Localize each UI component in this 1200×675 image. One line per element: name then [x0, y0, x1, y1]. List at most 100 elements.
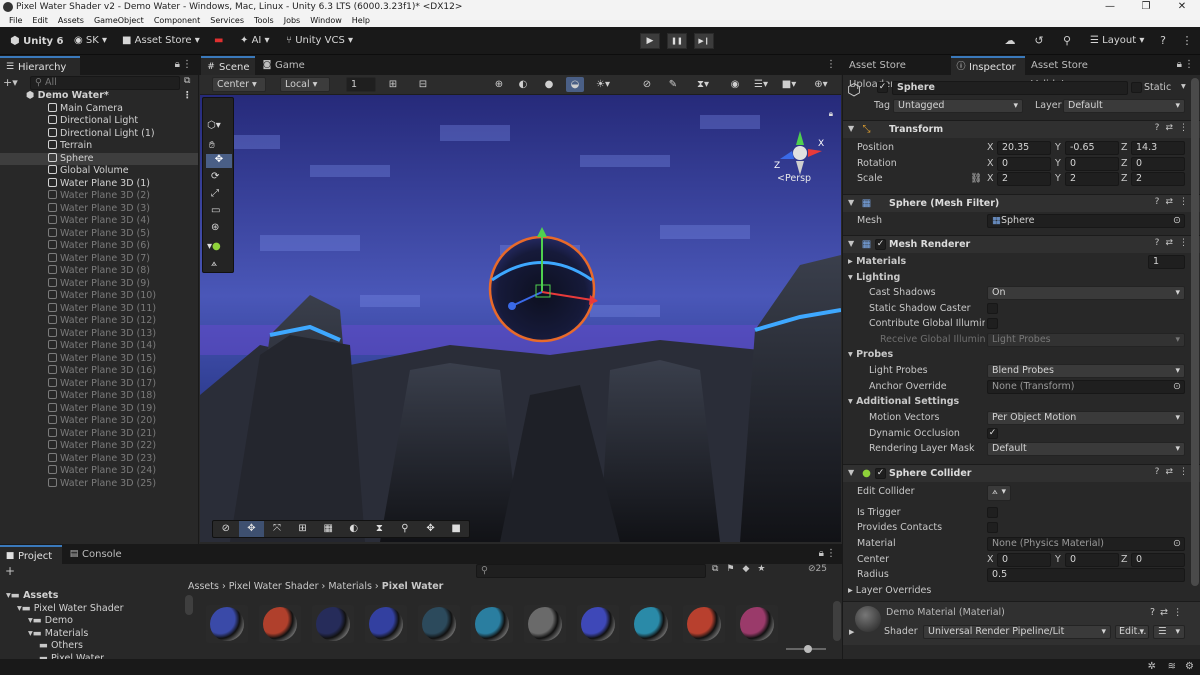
wireframe-icon[interactable]: ◐ [514, 77, 532, 92]
transform-tool-icon[interactable]: ⊛ [211, 222, 219, 233]
rotation-y-field[interactable]: 0 [1065, 157, 1119, 171]
tab-console[interactable]: ▤ Console [64, 545, 130, 564]
mesh-field[interactable]: ▦Sphere ⊙ [987, 214, 1185, 228]
tab-scene[interactable]: # Scene [201, 56, 255, 75]
create-asset-button[interactable]: + [5, 564, 15, 578]
layer-dropdown[interactable]: Default [1063, 99, 1185, 113]
transform-header[interactable]: ▼ ⤡ Transform ?⇄⋮ [843, 120, 1200, 138]
center-y-field[interactable]: 0 [1065, 553, 1119, 567]
hierarchy-item[interactable]: Water Plane 3D (9) [0, 277, 198, 291]
hierarchy-item[interactable]: Water Plane 3D (13) [0, 327, 198, 341]
hierarchy-item[interactable]: Water Plane 3D (22) [0, 440, 198, 453]
project-search-input[interactable]: ⚲ [476, 564, 706, 578]
position-y-field[interactable]: -0.65 [1065, 141, 1119, 155]
breadcrumb-pixel-water[interactable]: Pixel Water [382, 581, 444, 592]
mesh-filter-header[interactable]: ▼ ▦ Sphere (Mesh Filter) ?⇄⋮ [843, 194, 1200, 212]
dynamic-occlusion-checkbox[interactable]: ✓ [987, 428, 998, 439]
maximize-button[interactable]: ❐ [1128, 0, 1164, 14]
position-z-field[interactable]: 14.3 [1131, 141, 1185, 155]
account-button[interactable]: ◉ SK ▾ [70, 32, 111, 50]
ai-button[interactable]: ✦ AI ▾ [236, 32, 274, 50]
overlay-tool-4-icon[interactable]: ⊞ [290, 521, 316, 537]
object-name-field[interactable]: Sphere [892, 81, 1128, 95]
grid-size-field[interactable]: 1 [346, 77, 376, 92]
hierarchy-item[interactable]: Water Plane 3D (16) [0, 365, 198, 378]
object-picker-icon[interactable]: ⊙ [1173, 538, 1181, 550]
pivot-dropdown[interactable]: Center ▾ [212, 77, 266, 92]
material-thumbnail[interactable] [524, 605, 566, 643]
layer-overrides-foldout[interactable]: ▸ Layer Overrides [848, 585, 931, 596]
hierarchy-item[interactable]: Water Plane 3D (25) [0, 477, 198, 491]
hierarchy-item[interactable]: Water Plane 3D (24) [0, 465, 198, 478]
gizmos-icon[interactable]: ⊕▾ [812, 77, 830, 92]
hidden-count[interactable]: ⊘25 [808, 564, 827, 574]
hierarchy-item[interactable]: Water Plane 3D (20) [0, 415, 198, 428]
project-tree-item[interactable]: ▾▬ Materials [28, 628, 88, 639]
scene-menu-icon[interactable]: ⋮ [826, 59, 836, 70]
hierarchy-item[interactable]: Water Plane 3D (1) [0, 177, 198, 191]
thumbnail-size-handle[interactable] [804, 645, 812, 653]
space-dropdown[interactable]: Local ▾ [280, 77, 330, 92]
lit-mode-icon[interactable]: ◒ [566, 77, 584, 92]
hierarchy-item[interactable]: Terrain [0, 140, 198, 153]
probes-foldout[interactable]: ▾ Probes [848, 349, 893, 360]
hierarchy-item[interactable]: Water Plane 3D (14) [0, 340, 198, 353]
material-thumbnail[interactable] [259, 605, 301, 643]
project-menu-icon[interactable]: ⋮ [826, 548, 836, 559]
menu-jobs[interactable]: Jobs [279, 14, 306, 27]
inspector-menu-icon[interactable]: ⋮ [1184, 59, 1194, 70]
hand-tool-icon[interactable]: ✋︎ [209, 140, 215, 151]
physics-material-field[interactable]: None (Physics Material) ⊙ [987, 537, 1185, 551]
camera-icon[interactable]: ■▾ [780, 77, 798, 92]
hierarchy-search-input[interactable]: ⚲ All [30, 76, 180, 90]
material-thumbnail[interactable] [365, 605, 407, 643]
hierarchy-item[interactable]: Water Plane 3D (5) [0, 227, 198, 241]
project-tree-item[interactable]: ▾▬ Assets [6, 590, 58, 601]
hierarchy-item[interactable]: Water Plane 3D (12) [0, 315, 198, 328]
shader-dropdown[interactable]: Universal Render Pipeline/Lit [923, 625, 1111, 639]
hierarchy-item[interactable]: Water Plane 3D (15) [0, 352, 198, 366]
filter-icon[interactable]: ⧉ [184, 76, 190, 86]
anchor-override-field[interactable]: None (Transform) ⊙ [987, 380, 1185, 394]
tree-scrollbar[interactable] [185, 595, 193, 615]
cast-shadows-dropdown[interactable]: On [987, 286, 1185, 300]
tab-asset-store-uploader[interactable]: Asset Store Uploader [843, 56, 949, 90]
scale-z-field[interactable]: 2 [1131, 172, 1185, 186]
hierarchy-item[interactable]: Water Plane 3D (10) [0, 290, 198, 303]
draw-mode-icon[interactable]: ⊕ [490, 77, 508, 92]
menu-gameobject[interactable]: GameObject [89, 14, 149, 27]
hierarchy-item[interactable]: Water Plane 3D (7) [0, 252, 198, 266]
material-fold-icon[interactable]: ▶ [849, 628, 854, 636]
hierarchy-item[interactable]: Main Camera [0, 102, 198, 116]
menu-assets[interactable]: Assets [53, 14, 89, 27]
fx-icon[interactable]: ✎ [664, 77, 682, 92]
shader-options-icon[interactable]: ☰ [1153, 625, 1185, 639]
center-x-field[interactable]: 0 [997, 553, 1051, 567]
object-picker-icon[interactable]: ⊙ [1173, 215, 1181, 227]
tag-dropdown[interactable]: Untagged [893, 99, 1023, 113]
material-thumbnail[interactable] [736, 605, 778, 643]
help-icon[interactable]: ? [1156, 34, 1170, 48]
material-thumbnail[interactable] [418, 605, 460, 643]
material-thumbnail[interactable] [471, 605, 513, 643]
component-actions-icon[interactable]: ?⇄⋮ [1155, 197, 1194, 207]
scale-tool-icon[interactable]: ⤢ [211, 188, 219, 199]
light-probes-dropdown[interactable]: Blend Probes [987, 364, 1185, 378]
overlay-tool-6-icon[interactable]: ◐ [341, 521, 367, 537]
rotate-tool-icon[interactable]: ⟳ [211, 171, 219, 182]
mesh-renderer-header[interactable]: ▼ ▦ ✓ Mesh Renderer ?⇄⋮ [843, 235, 1200, 253]
overlay-tool-3-icon[interactable]: ⤧ [264, 521, 290, 537]
scene-viewport[interactable]: ⬡▾ ✋︎ ✥ ⟳ ⤢ ▭ ⊛ ▾● ⟑ Z X <Persp 🔒︎ ⊘ ✥ ⤧… [200, 95, 841, 542]
hierarchy-item[interactable]: Water Plane 3D (4) [0, 215, 198, 228]
project-tree-item[interactable]: ▬ Others [39, 640, 83, 651]
tab-asset-store-validator[interactable]: Asset Store Validator [1027, 56, 1133, 90]
rendering-layer-dropdown[interactable]: Default [987, 442, 1185, 456]
history-icon[interactable]: ↺ [1032, 34, 1046, 48]
rotation-x-field[interactable]: 0 [997, 157, 1051, 171]
vcs-button[interactable]: ⑂ Unity VCS ▾ [282, 32, 357, 50]
menu-file[interactable]: File [4, 14, 27, 27]
hierarchy-item[interactable]: Water Plane 3D (8) [0, 265, 198, 278]
tab-project[interactable]: ■ Project [0, 545, 62, 564]
collider-tool-icon[interactable]: ▾● [207, 241, 221, 252]
breadcrumb-materials[interactable]: Materials [328, 581, 372, 592]
